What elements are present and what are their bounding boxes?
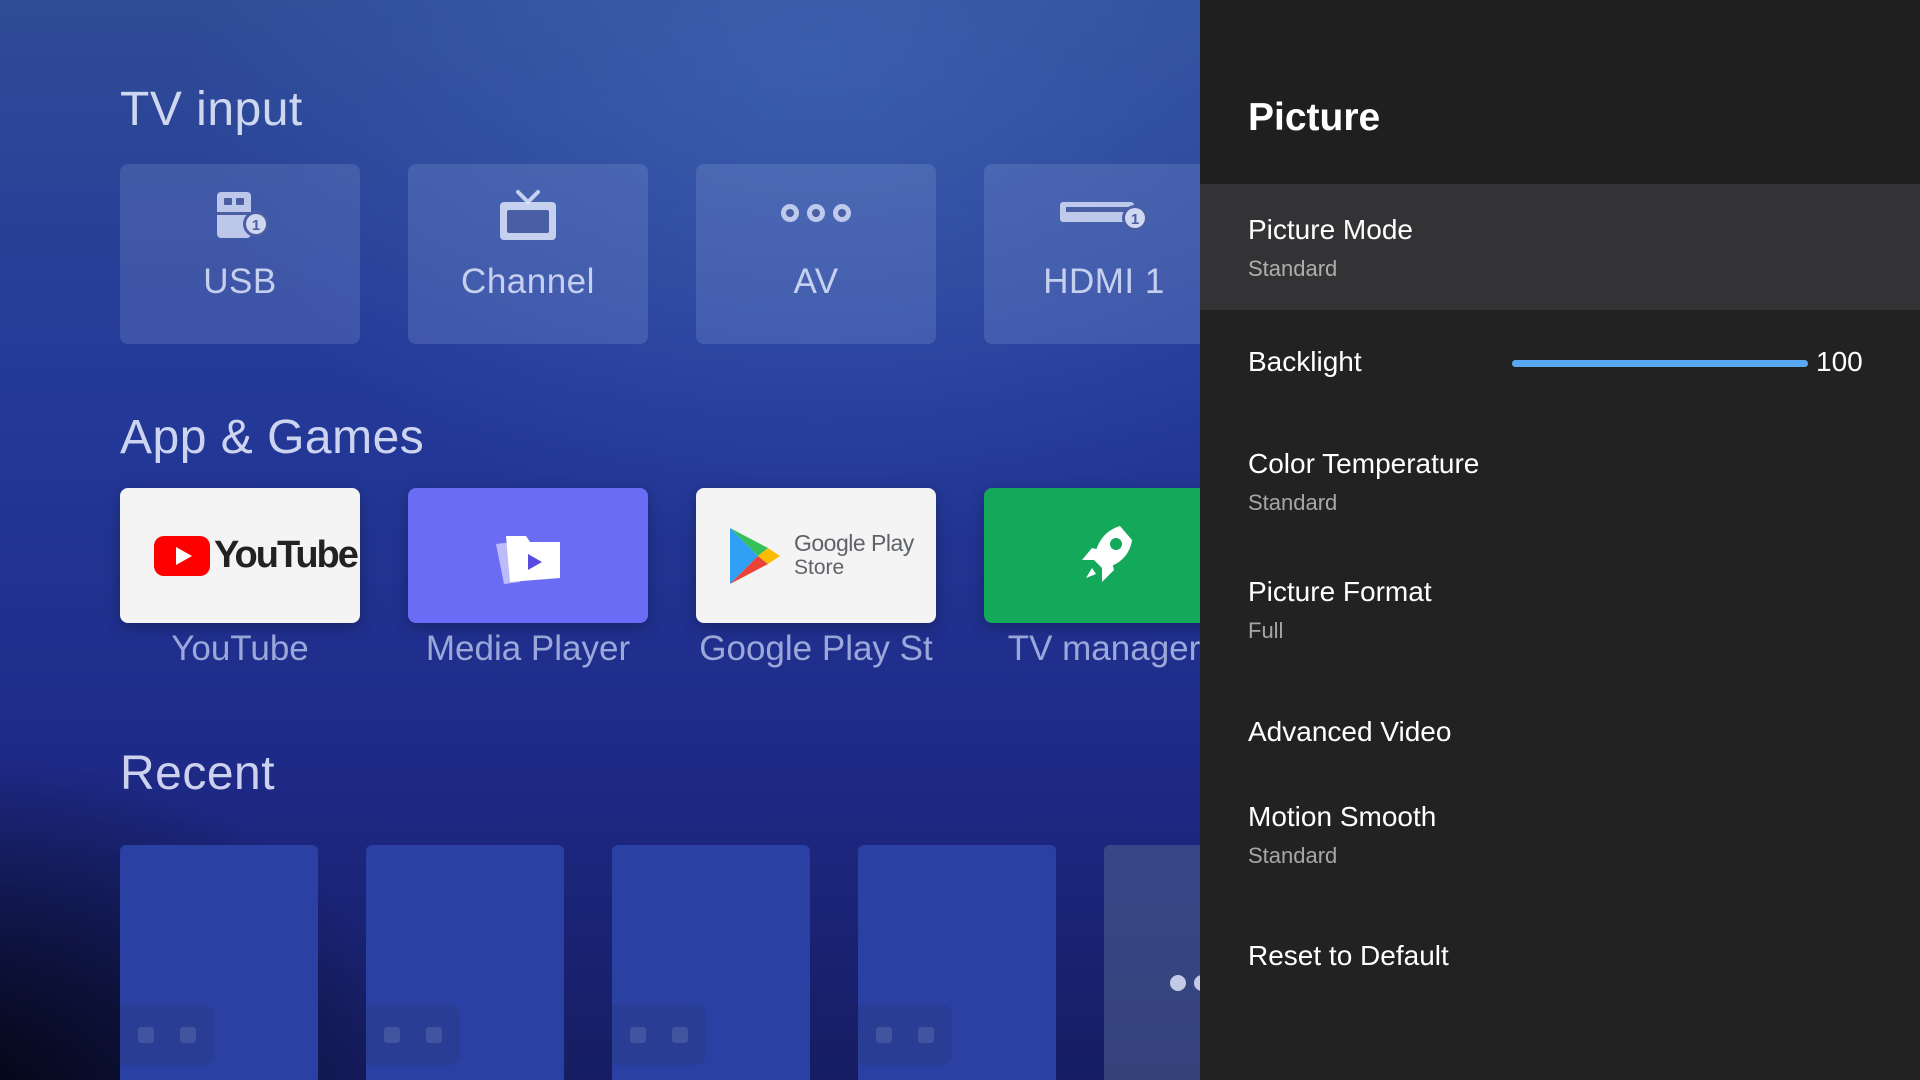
app-label: YouTube: [171, 629, 309, 668]
panel-header: Picture: [1200, 0, 1920, 184]
menu-item-label: Backlight: [1248, 346, 1362, 377]
menu-item-label: Picture Format: [1248, 576, 1432, 607]
app-tile-google-play-store[interactable]: Google Play Store Google Play St: [696, 488, 936, 669]
recent-item-placeholder-icon: [366, 1005, 460, 1065]
input-tile-label: AV: [793, 262, 839, 301]
more-dots-icon: [1170, 975, 1200, 991]
av-connector-icon: [696, 188, 936, 238]
menu-item-value: Standard: [1248, 843, 1338, 868]
usb-drive-icon: 1: [120, 188, 360, 238]
panel-title: Picture: [1248, 96, 1381, 139]
home-screen: TV input 1 USB Channel AV 1 HDMI 1 App &…: [0, 0, 1200, 1080]
media-player-icon: [496, 536, 560, 584]
recent-item-placeholder-icon: [120, 1005, 214, 1065]
svg-text:1: 1: [252, 217, 260, 234]
menu-item-value: Standard: [1248, 490, 1338, 515]
menu-item-motion-smooth[interactable]: Motion Smooth Standard: [1200, 781, 1920, 891]
input-tile-hdmi-1[interactable]: 1 HDMI 1: [984, 164, 1200, 344]
section-title-apps: App & Games: [120, 411, 425, 464]
menu-item-label: Reset to Default: [1248, 940, 1449, 971]
recent-item-placeholder-icon: [612, 1005, 706, 1065]
picture-settings-panel: Picture Picture Mode Standard Backlight …: [1200, 0, 1920, 1080]
app-tile-tv-manager[interactable]: TV manager: [984, 488, 1200, 669]
recent-item[interactable]: [858, 845, 1056, 1080]
recent-item[interactable]: [366, 845, 564, 1080]
app-card: [984, 488, 1200, 623]
backlight-value: 100: [1816, 346, 1863, 377]
youtube-logo: YouTube: [154, 534, 359, 578]
app-label: Media Player: [425, 629, 631, 668]
tv-channel-icon: [408, 188, 648, 240]
menu-item-label: Motion Smooth: [1248, 801, 1437, 832]
svg-text:1: 1: [1131, 211, 1139, 228]
menu-item-label: Color Temperature: [1248, 448, 1480, 479]
input-tile-channel[interactable]: Channel: [408, 164, 648, 344]
input-tile-usb[interactable]: 1 USB: [120, 164, 360, 344]
recent-more-button[interactable]: [1104, 845, 1200, 1080]
app-card: [408, 488, 648, 623]
app-label: TV manager: [1007, 629, 1200, 668]
section-title-tv-input: TV input: [120, 83, 303, 136]
input-tile-label: Channel: [461, 262, 595, 301]
google-play-logo: [730, 528, 780, 584]
menu-item-label: Advanced Video: [1248, 716, 1452, 747]
menu-item-backlight[interactable]: Backlight 100: [1200, 314, 1920, 414]
hdmi-port-icon: 1: [984, 188, 1200, 238]
menu-item-value: Full: [1248, 618, 1284, 643]
app-card: Google Play Store: [696, 488, 936, 623]
recent-item[interactable]: [120, 845, 318, 1080]
input-tile-av[interactable]: AV: [696, 164, 936, 344]
rocket-icon: [1082, 526, 1132, 582]
backlight-slider-fill: [1512, 360, 1808, 367]
app-tile-media-player[interactable]: Media Player: [408, 488, 648, 669]
app-card: YouTube: [120, 488, 360, 623]
menu-item-value: Standard: [1248, 256, 1338, 281]
menu-item-picture-format[interactable]: Picture Format Full: [1200, 556, 1920, 666]
app-label: Google Play St: [699, 629, 933, 668]
recent-item-placeholder-icon: [858, 1005, 952, 1065]
app-tile-youtube[interactable]: YouTube YouTube: [120, 488, 360, 669]
menu-item-advanced-video[interactable]: Advanced Video: [1200, 684, 1920, 784]
menu-item-reset-to-default[interactable]: Reset to Default: [1200, 908, 1920, 1008]
menu-item-label: Picture Mode: [1248, 214, 1413, 245]
menu-item-color-temperature[interactable]: Color Temperature Standard: [1200, 428, 1920, 538]
recent-item[interactable]: [612, 845, 810, 1080]
backlight-slider[interactable]: [1512, 360, 1808, 367]
input-tile-label: USB: [203, 262, 277, 301]
section-title-recent: Recent: [120, 747, 276, 800]
menu-item-picture-mode[interactable]: Picture Mode Standard: [1200, 184, 1920, 310]
input-tile-label: HDMI 1: [1043, 262, 1165, 301]
